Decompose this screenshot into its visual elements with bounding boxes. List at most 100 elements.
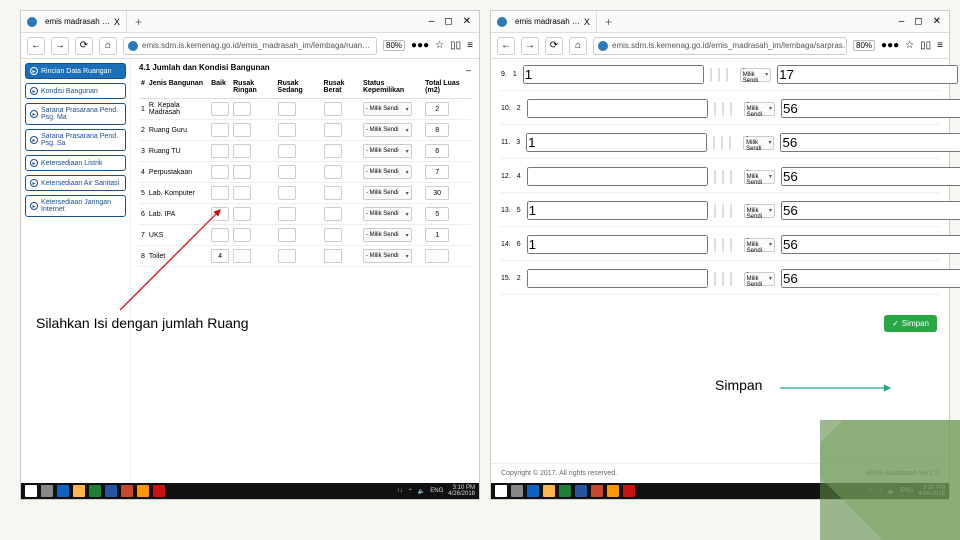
rb-input[interactable] xyxy=(324,228,342,242)
close-window-button[interactable]: ✕ xyxy=(463,16,471,27)
rs-input[interactable] xyxy=(278,165,296,179)
firefox-icon[interactable] xyxy=(607,485,619,497)
explorer-icon[interactable] xyxy=(73,485,85,497)
rr-input[interactable] xyxy=(233,249,251,263)
rb-input[interactable] xyxy=(730,102,732,116)
rb-input[interactable] xyxy=(730,170,732,184)
close-window-button[interactable]: ✕ xyxy=(933,16,941,27)
rr-input[interactable] xyxy=(710,68,712,82)
reload-button[interactable]: ⟳ xyxy=(545,37,563,55)
rr-input[interactable] xyxy=(714,170,716,184)
rb-input[interactable] xyxy=(324,165,342,179)
rb-input[interactable] xyxy=(324,249,342,263)
edge-icon[interactable] xyxy=(527,485,539,497)
clock[interactable]: 3:10 PM 4/26/2018 xyxy=(448,485,475,497)
rb-input[interactable] xyxy=(730,204,732,218)
menu-icon[interactable]: ≡ xyxy=(467,40,473,51)
luas-input[interactable] xyxy=(425,165,449,179)
rs-input[interactable] xyxy=(722,170,724,184)
rr-input[interactable] xyxy=(714,102,716,116)
edge-icon[interactable] xyxy=(57,485,69,497)
luas-input[interactable] xyxy=(425,249,449,263)
status-select[interactable]: - Milik Sendi xyxy=(363,144,412,158)
rs-input[interactable] xyxy=(278,207,296,221)
rb-input[interactable] xyxy=(726,68,728,82)
baik-input[interactable] xyxy=(211,123,229,137)
new-tab-button[interactable]: + xyxy=(127,15,150,29)
status-select[interactable]: - Milik Sendi xyxy=(744,102,775,116)
bookmark-icon[interactable]: ☆ xyxy=(435,40,444,51)
maximize-button[interactable]: ◻ xyxy=(914,16,922,27)
rb-input[interactable] xyxy=(324,123,342,137)
sidebar-item-sarpras-sa[interactable]: ▸Sarana Prasarana Pend. Psg. Sa xyxy=(25,129,126,151)
status-select[interactable]: - Milik Sendi xyxy=(363,228,412,242)
rs-input[interactable] xyxy=(278,228,296,242)
rr-input[interactable] xyxy=(714,204,716,218)
minimize-button[interactable]: – xyxy=(429,16,435,27)
home-button[interactable]: ⌂ xyxy=(569,37,587,55)
close-tab-icon[interactable]: X xyxy=(584,17,590,27)
maximize-button[interactable]: ◻ xyxy=(444,16,452,27)
baik-input[interactable] xyxy=(527,167,708,186)
rb-input[interactable] xyxy=(729,136,731,150)
status-select[interactable]: - Milik Sendi xyxy=(363,207,412,221)
new-tab-button[interactable]: + xyxy=(597,15,620,29)
baik-input[interactable] xyxy=(211,186,229,200)
address-bar[interactable]: emis.sdm.is.kemenag.go.id/emis_madrasah_… xyxy=(123,37,377,55)
forward-button[interactable]: → xyxy=(521,37,539,55)
back-button[interactable]: ← xyxy=(497,37,515,55)
baik-input[interactable] xyxy=(211,144,229,158)
rb-input[interactable] xyxy=(324,144,342,158)
zoom-indicator[interactable]: 80% xyxy=(853,40,875,51)
excel-icon[interactable] xyxy=(559,485,571,497)
rb-input[interactable] xyxy=(324,186,342,200)
tracking-icon[interactable]: ●●● xyxy=(881,40,899,51)
rs-input[interactable] xyxy=(718,68,720,82)
baik-input[interactable] xyxy=(211,102,229,116)
baik-input[interactable] xyxy=(527,99,708,118)
luas-input[interactable] xyxy=(425,207,449,221)
zoom-indicator[interactable]: 80% xyxy=(383,40,405,51)
tray-net[interactable]: ↑↓ xyxy=(397,488,403,494)
status-select[interactable]: - Milik Sendi xyxy=(744,204,775,218)
tray-lang[interactable]: ENG xyxy=(430,488,443,494)
luas-input[interactable] xyxy=(781,201,960,220)
word-icon[interactable] xyxy=(575,485,587,497)
rr-input[interactable] xyxy=(233,144,251,158)
luas-input[interactable] xyxy=(425,186,449,200)
luas-input[interactable] xyxy=(781,269,960,288)
status-select[interactable]: - Milik Sendi xyxy=(363,102,412,116)
forward-button[interactable]: → xyxy=(51,37,69,55)
sidebar-item-sarpras-ma[interactable]: ▸Sarana Prasarana Pend. Psg. Ma xyxy=(25,103,126,125)
rr-input[interactable] xyxy=(714,272,716,286)
luas-input[interactable] xyxy=(425,102,449,116)
luas-input[interactable] xyxy=(425,144,449,158)
library-icon[interactable]: ▯▯ xyxy=(920,40,931,51)
sidebar-item-rincian[interactable]: ▸Rincian Data Ruangan xyxy=(25,63,126,79)
luas-input[interactable] xyxy=(781,235,960,254)
excel-icon[interactable] xyxy=(89,485,101,497)
tray-sound[interactable]: 🔈 xyxy=(418,488,425,495)
luas-input[interactable] xyxy=(781,167,960,186)
firefox-icon[interactable] xyxy=(137,485,149,497)
minimize-button[interactable]: – xyxy=(899,16,905,27)
baik-input[interactable] xyxy=(527,201,708,220)
opera-icon[interactable] xyxy=(153,485,165,497)
status-select[interactable]: - Milik Sendi xyxy=(740,68,771,82)
rs-input[interactable] xyxy=(278,123,296,137)
rs-input[interactable] xyxy=(278,102,296,116)
cortana-icon[interactable] xyxy=(41,485,53,497)
rb-input[interactable] xyxy=(730,238,732,252)
rr-input[interactable] xyxy=(713,136,715,150)
luas-input[interactable] xyxy=(781,99,960,118)
rr-input[interactable] xyxy=(714,238,716,252)
save-button[interactable]: ✓ Simpan xyxy=(884,315,937,332)
status-select[interactable]: - Milik Sendi xyxy=(363,249,412,263)
luas-input[interactable] xyxy=(780,133,960,152)
baik-input[interactable] xyxy=(526,133,707,152)
luas-input[interactable] xyxy=(425,123,449,137)
collapse-toggle[interactable]: – xyxy=(466,65,471,75)
rs-input[interactable] xyxy=(722,204,724,218)
explorer-icon[interactable] xyxy=(543,485,555,497)
start-button[interactable] xyxy=(25,485,37,497)
